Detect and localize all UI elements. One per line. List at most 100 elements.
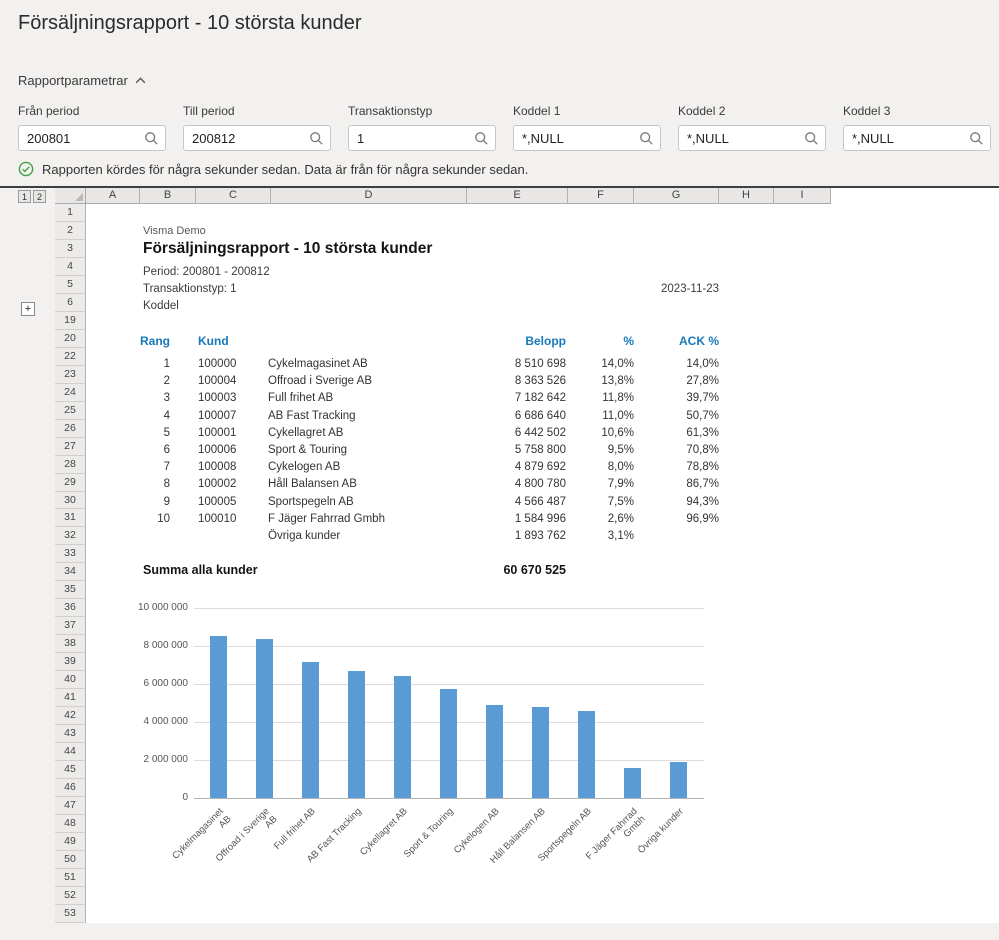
cell-customer-name: Sportspegeln AB bbox=[268, 494, 458, 511]
column-header-i[interactable]: I bbox=[774, 188, 831, 204]
row-header-35[interactable]: 35 bbox=[55, 581, 86, 599]
row-header-41[interactable]: 41 bbox=[55, 689, 86, 707]
report-total-value: 60 670 525 bbox=[464, 562, 566, 579]
report-table-row: Övriga kunder1 893 7623,1% bbox=[86, 528, 746, 545]
column-header-f[interactable]: F bbox=[568, 188, 634, 204]
row-header-37[interactable]: 37 bbox=[55, 617, 86, 635]
search-icon[interactable] bbox=[639, 131, 655, 147]
column-header-a[interactable]: A bbox=[86, 188, 140, 204]
row-header-46[interactable]: 46 bbox=[55, 779, 86, 797]
cell-amount: 8 363 526 bbox=[464, 373, 566, 390]
row-header-53[interactable]: 53 bbox=[55, 905, 86, 923]
row-header-43[interactable]: 43 bbox=[55, 725, 86, 743]
cell-acc-percent: 61,3% bbox=[637, 425, 719, 442]
select-all-corner[interactable] bbox=[55, 188, 86, 204]
cell-percent: 11,8% bbox=[562, 390, 634, 407]
row-header-25[interactable]: 25 bbox=[55, 402, 86, 420]
param-field-label: Transaktionstyp bbox=[348, 104, 496, 118]
cell-acc-percent: 14,0% bbox=[637, 356, 719, 373]
row-header-36[interactable]: 36 bbox=[55, 599, 86, 617]
search-icon[interactable] bbox=[309, 131, 325, 147]
chart-ytick-label: 6 000 000 bbox=[118, 679, 188, 689]
cell-amount: 4 800 780 bbox=[464, 476, 566, 493]
cell-rank: 6 bbox=[110, 442, 170, 459]
row-header-32[interactable]: 32 bbox=[55, 527, 86, 545]
report-table-row: 6100006Sport & Touring5 758 8009,5%70,8% bbox=[86, 442, 746, 459]
outline-level-2-button[interactable]: 2 bbox=[33, 190, 46, 203]
column-header-c[interactable]: C bbox=[196, 188, 271, 204]
row-header-40[interactable]: 40 bbox=[55, 671, 86, 689]
row-header-27[interactable]: 27 bbox=[55, 438, 86, 456]
row-header-44[interactable]: 44 bbox=[55, 743, 86, 761]
search-icon[interactable] bbox=[804, 131, 820, 147]
row-header-49[interactable]: 49 bbox=[55, 833, 86, 851]
row-header-1[interactable]: 1 bbox=[55, 204, 86, 222]
row-header-2[interactable]: 2 bbox=[55, 222, 86, 240]
cell-rank: 10 bbox=[110, 511, 170, 528]
param-field-label: Koddel 1 bbox=[513, 104, 661, 118]
row-header-5[interactable]: 5 bbox=[55, 276, 86, 294]
row-header-38[interactable]: 38 bbox=[55, 635, 86, 653]
row-header-34[interactable]: 34 bbox=[55, 563, 86, 581]
row-header-47[interactable]: 47 bbox=[55, 797, 86, 815]
row-header-42[interactable]: 42 bbox=[55, 707, 86, 725]
column-header-g[interactable]: G bbox=[634, 188, 719, 204]
cell-customer-name: Cykelogen AB bbox=[268, 459, 458, 476]
cell-rank: 9 bbox=[110, 494, 170, 511]
row-header-30[interactable]: 30 bbox=[55, 492, 86, 510]
row-header-39[interactable]: 39 bbox=[55, 653, 86, 671]
row-header-23[interactable]: 23 bbox=[55, 366, 86, 384]
row-header-45[interactable]: 45 bbox=[55, 761, 86, 779]
row-header-48[interactable]: 48 bbox=[55, 815, 86, 833]
report-parameters-toggle[interactable]: Rapportparametrar bbox=[18, 73, 146, 88]
column-header-d[interactable]: D bbox=[271, 188, 467, 204]
param-field-label: Till period bbox=[183, 104, 331, 118]
chart-bar bbox=[440, 689, 457, 798]
row-header-52[interactable]: 52 bbox=[55, 887, 86, 905]
cell-percent: 2,6% bbox=[562, 511, 634, 528]
row-header-28[interactable]: 28 bbox=[55, 456, 86, 474]
report-table-row: 10100010F Jäger Fahrrad Gmbh1 584 9962,6… bbox=[86, 511, 746, 528]
cell-rank: 7 bbox=[110, 459, 170, 476]
search-icon[interactable] bbox=[474, 131, 490, 147]
report-table-row: 7100008Cykelogen AB4 879 6928,0%78,8% bbox=[86, 459, 746, 476]
chart-ytick-label: 8 000 000 bbox=[118, 641, 188, 651]
cell-acc-percent: 94,3% bbox=[637, 494, 719, 511]
cell-rank: 1 bbox=[110, 356, 170, 373]
row-header-51[interactable]: 51 bbox=[55, 869, 86, 887]
row-header-20[interactable]: 20 bbox=[55, 330, 86, 348]
col-header-belopp: Belopp bbox=[464, 333, 566, 350]
row-header-29[interactable]: 29 bbox=[55, 474, 86, 492]
search-icon[interactable] bbox=[144, 131, 160, 147]
cell-rank: 5 bbox=[110, 425, 170, 442]
row-header-3[interactable]: 3 bbox=[55, 240, 86, 258]
cell-percent: 14,0% bbox=[562, 356, 634, 373]
outline-level-1-button[interactable]: 1 bbox=[18, 190, 31, 203]
status-text: Rapporten kördes för några sekunder seda… bbox=[42, 162, 528, 177]
param-field-label: Från period bbox=[18, 104, 166, 118]
row-header-33[interactable]: 33 bbox=[55, 545, 86, 563]
chart-bar bbox=[670, 762, 687, 798]
column-header-b[interactable]: B bbox=[140, 188, 196, 204]
cell-customer-name: Cykelmagasinet AB bbox=[268, 356, 458, 373]
outline-expand-button[interactable]: + bbox=[21, 302, 35, 316]
row-header-6[interactable]: 6 bbox=[55, 294, 86, 312]
cell-percent: 3,1% bbox=[562, 528, 634, 545]
chart-bar bbox=[302, 662, 319, 798]
report-table-row: 5100001Cykellagret AB6 442 50210,6%61,3% bbox=[86, 425, 746, 442]
param-field-1: Från period bbox=[18, 104, 166, 151]
chart-x-axis bbox=[194, 798, 704, 799]
row-header-4[interactable]: 4 bbox=[55, 258, 86, 276]
row-header-50[interactable]: 50 bbox=[55, 851, 86, 869]
row-header-19[interactable]: 19 bbox=[55, 312, 86, 330]
row-header-24[interactable]: 24 bbox=[55, 384, 86, 402]
search-icon[interactable] bbox=[969, 131, 985, 147]
row-header-22[interactable]: 22 bbox=[55, 348, 86, 366]
row-header-31[interactable]: 31 bbox=[55, 509, 86, 527]
report-table-row: 9100005Sportspegeln AB4 566 4877,5%94,3% bbox=[86, 494, 746, 511]
cell-customer-name: F Jäger Fahrrad Gmbh bbox=[268, 511, 458, 528]
column-header-h[interactable]: H bbox=[719, 188, 774, 204]
row-header-26[interactable]: 26 bbox=[55, 420, 86, 438]
cell-percent: 8,0% bbox=[562, 459, 634, 476]
column-header-e[interactable]: E bbox=[467, 188, 568, 204]
